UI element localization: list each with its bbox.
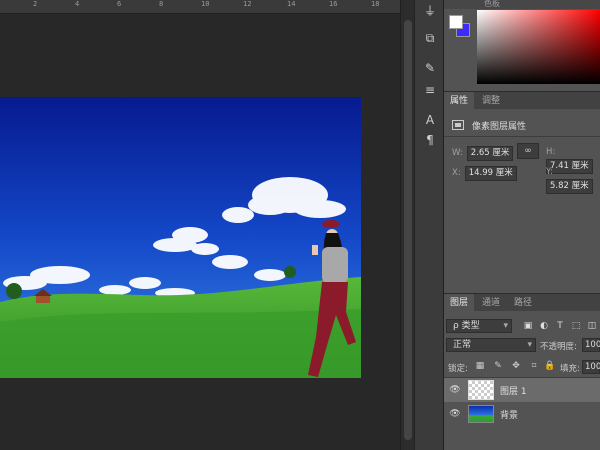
width-field[interactable]: W: 2.65 厘米 bbox=[452, 146, 514, 161]
fill-label: 填充: bbox=[560, 364, 580, 374]
opacity-label: 不透明度: bbox=[540, 342, 577, 352]
tab-paths[interactable]: 路径 bbox=[508, 294, 538, 312]
layer-thumbnail bbox=[468, 405, 494, 423]
ruler-tick: 14 bbox=[287, 0, 296, 8]
shape-filter-icon[interactable]: ⬚ bbox=[570, 320, 582, 332]
ruler-tick: 4 bbox=[75, 0, 80, 8]
lock-move-icon[interactable]: ✥ bbox=[510, 360, 522, 372]
ruler-tick: 18 bbox=[371, 0, 380, 8]
tab-adjustments[interactable]: 调整 bbox=[476, 92, 506, 110]
height-label: H: bbox=[546, 147, 556, 157]
lock-all-icon[interactable]: 🔒 bbox=[544, 360, 556, 372]
x-value[interactable]: 14.99 厘米 bbox=[464, 166, 517, 181]
link-icon[interactable]: ∞ bbox=[517, 143, 539, 159]
document-image[interactable] bbox=[0, 97, 361, 378]
tab-channels[interactable]: 通道 bbox=[476, 294, 506, 312]
tab-properties[interactable]: 属性 bbox=[444, 92, 475, 110]
history-icon[interactable]: ⏚ bbox=[420, 0, 440, 20]
photoshop-window: 2 4 6 8 10 12 14 16 18 ⏚ ⧉ ✎ ≡ A ¶ 色板 属性… bbox=[0, 0, 600, 450]
layer-row-layer1[interactable]: 👁 图层 1 bbox=[444, 378, 600, 402]
lock-paint-icon[interactable]: ✎ bbox=[492, 360, 504, 372]
ruler-tick: 2 bbox=[33, 0, 38, 8]
panel-toolstrip: ⏚ ⧉ ✎ ≡ A ¶ bbox=[414, 0, 444, 450]
horizontal-ruler: 2 4 6 8 10 12 14 16 18 bbox=[0, 0, 400, 14]
paragraph-icon[interactable]: ¶ bbox=[420, 130, 440, 150]
ruler-tick: 12 bbox=[243, 0, 252, 8]
fill-value[interactable]: 100% bbox=[582, 360, 600, 374]
vertical-scrollbar[interactable] bbox=[400, 0, 414, 450]
ruler-tick: 8 bbox=[159, 0, 164, 8]
color-panel-tab[interactable]: 色板 bbox=[444, 0, 600, 9]
layer-thumbnail bbox=[468, 380, 494, 400]
height-field[interactable]: H:7.41 厘米 bbox=[546, 146, 600, 174]
landscape-photo bbox=[0, 97, 361, 378]
ruler-tick: 10 bbox=[201, 0, 210, 8]
visibility-eye-icon[interactable]: 👁 bbox=[449, 384, 461, 396]
color-picker-field[interactable] bbox=[477, 10, 600, 84]
lock-transparent-icon[interactable]: ▦ bbox=[474, 360, 486, 372]
type-filter-icon[interactable]: T bbox=[554, 320, 566, 332]
image-filter-icon[interactable]: ▣ bbox=[522, 320, 534, 332]
character-icon[interactable]: A bbox=[420, 110, 440, 130]
width-value[interactable]: 2.65 厘米 bbox=[466, 146, 514, 161]
clone-source-icon[interactable]: ⧉ bbox=[420, 28, 440, 48]
opacity-value[interactable]: 100% bbox=[582, 338, 600, 352]
tab-layers[interactable]: 图层 bbox=[444, 294, 475, 312]
width-label: W: bbox=[452, 148, 463, 158]
layer-name: 图层 1 bbox=[500, 387, 527, 397]
right-panels: 色板 属性 调整 像素图层属性 W: 2.65 厘米 ∞ H:7.41 厘米 X:… bbox=[444, 0, 600, 450]
canvas-area[interactable] bbox=[0, 15, 400, 450]
scrollbar-thumb[interactable] bbox=[404, 20, 412, 440]
foreground-color-swatch[interactable] bbox=[449, 15, 463, 29]
y-label: Y: bbox=[546, 167, 553, 177]
swatches-tab-label[interactable]: 色板 bbox=[484, 0, 500, 9]
brush-preset-icon[interactable]: ✎ bbox=[420, 58, 440, 78]
layer-row-background[interactable]: 👁 背景 bbox=[444, 402, 600, 426]
y-field[interactable]: Y: 5.82 厘米 bbox=[546, 166, 600, 194]
ruler-tick: 6 bbox=[117, 0, 122, 8]
visibility-eye-icon[interactable]: 👁 bbox=[449, 408, 461, 420]
x-label: X: bbox=[452, 168, 461, 178]
ruler-tick: 16 bbox=[329, 0, 338, 8]
y-value[interactable]: 5.82 厘米 bbox=[546, 179, 593, 194]
properties-tabbar: 属性 调整 bbox=[444, 91, 600, 110]
pixel-layer-icon bbox=[452, 120, 464, 130]
lock-label: 锁定: bbox=[448, 364, 468, 374]
tool-options-icon[interactable]: ≡ bbox=[420, 80, 440, 100]
blend-mode-select[interactable]: 正常 bbox=[446, 338, 536, 352]
smart-object-filter-icon[interactable]: ◫ bbox=[586, 320, 598, 332]
layer-filter-select[interactable]: ρ 类型 bbox=[446, 319, 512, 333]
properties-header: 像素图层属性 bbox=[452, 118, 592, 132]
divider bbox=[444, 136, 600, 137]
lock-artboard-icon[interactable]: ⌗ bbox=[528, 360, 540, 372]
properties-header-label: 像素图层属性 bbox=[472, 121, 527, 132]
layer-name: 背景 bbox=[500, 411, 519, 421]
layers-tabbar: 图层 通道 路径 bbox=[444, 293, 600, 312]
adjustment-filter-icon[interactable]: ◐ bbox=[538, 320, 550, 332]
x-field[interactable]: X: 14.99 厘米 bbox=[452, 166, 517, 181]
